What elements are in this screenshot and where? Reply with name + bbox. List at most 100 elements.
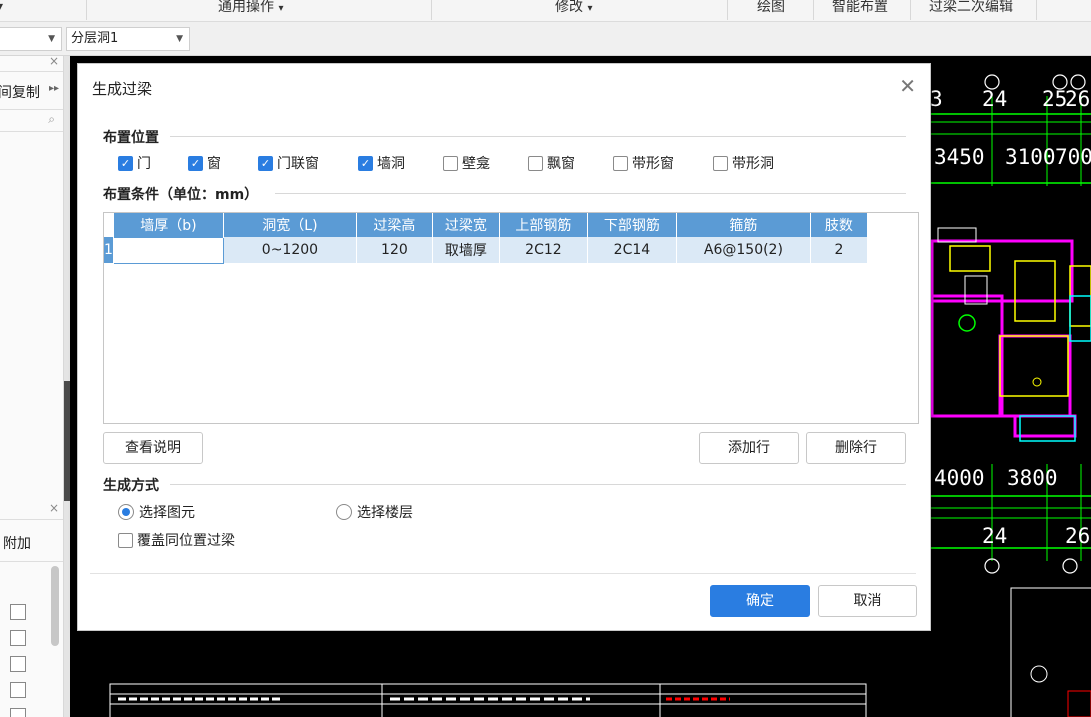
menu-lintel-edit[interactable]: 过梁二次编辑 bbox=[929, 0, 1013, 18]
ok-button[interactable]: 确定 bbox=[710, 585, 810, 617]
menu-smart-layout[interactable]: 智能布置 bbox=[832, 0, 888, 18]
checkbox-label: 覆盖同位置过梁 bbox=[137, 533, 235, 549]
row-checkbox[interactable] bbox=[10, 604, 26, 620]
copy-button[interactable]: 间复制 bbox=[0, 82, 40, 102]
section-condition-title: 布置条件（单位：mm） bbox=[103, 187, 259, 203]
checkbox-label: 带形洞 bbox=[732, 156, 774, 172]
checkbox-label: 壁龛 bbox=[462, 156, 490, 172]
rule-table: 墙厚（b) 洞宽（L) 过梁高 过梁宽 上部钢筋 下部钢筋 箍筋 肢数 1 0~… bbox=[104, 213, 868, 264]
menu-modify[interactable]: 修改 ▾ bbox=[555, 0, 592, 18]
checkbox-checked-icon: ✓ bbox=[258, 155, 273, 171]
add-row-button[interactable]: 添加行 bbox=[699, 432, 799, 464]
radio-label: 选择楼层 bbox=[357, 505, 413, 521]
cad-dimension-text: 3100 bbox=[1005, 145, 1056, 169]
panel-toolbar: 间复制 ▸▸ bbox=[0, 72, 63, 110]
checkbox-label: 带形窗 bbox=[632, 156, 674, 172]
top-menu-bar: ▾ 通用操作 ▾ 修改 ▾ 绘图 智能布置 过梁二次编辑 bbox=[0, 0, 1091, 22]
table-cell-opening-width[interactable]: 0~1200 bbox=[223, 237, 357, 263]
menu-separator bbox=[813, 0, 814, 20]
close-icon[interactable]: × bbox=[49, 501, 59, 515]
expand-more-icon[interactable]: ▸▸ bbox=[49, 83, 59, 94]
menu-separator bbox=[727, 0, 728, 20]
category-combo[interactable]: ▼ bbox=[0, 27, 62, 51]
cad-dimension-text: 700 bbox=[1055, 145, 1091, 169]
table-cell-legs[interactable]: 2 bbox=[810, 237, 868, 263]
checkbox-label: 飘窗 bbox=[547, 156, 575, 172]
menu-separator bbox=[1036, 0, 1037, 20]
column-header[interactable]: 箍筋 bbox=[676, 213, 811, 237]
row-checkbox[interactable] bbox=[10, 708, 26, 717]
menu-draw[interactable]: 绘图 bbox=[757, 0, 785, 18]
cad-axis-label: 3 bbox=[930, 87, 943, 111]
property-toolbar: ▼ 分层洞1 ▼ bbox=[0, 22, 1091, 56]
panel-column-header: 附加 bbox=[0, 520, 63, 562]
column-header[interactable]: 过梁宽 bbox=[432, 213, 500, 237]
menu-common-operations[interactable]: 通用操作 ▾ bbox=[218, 0, 283, 18]
checkbox-label: 门联窗 bbox=[277, 156, 319, 172]
checkbox-wall-opening[interactable]: ✓ 墙洞 bbox=[358, 154, 405, 172]
panel-header: × bbox=[0, 54, 63, 72]
table-cell-wall-thickness[interactable] bbox=[112, 236, 224, 264]
lintel-rule-table: 墙厚（b) 洞宽（L) 过梁高 过梁宽 上部钢筋 下部钢筋 箍筋 肢数 1 0~… bbox=[103, 212, 919, 424]
cad-axis-label: 25 bbox=[1042, 87, 1068, 111]
table-cell-lintel-width[interactable]: 取墙厚 bbox=[432, 237, 500, 263]
left-panel-upper: × 间复制 ▸▸ ⌕ bbox=[0, 54, 64, 500]
checkbox-strip-window[interactable]: 带形窗 bbox=[613, 154, 674, 172]
table-cell-top-rebar[interactable]: 2C12 bbox=[499, 237, 588, 263]
extra-column-label: 附加 bbox=[3, 536, 31, 552]
view-help-button[interactable]: 查看说明 bbox=[103, 432, 203, 464]
row-checkbox[interactable] bbox=[10, 630, 26, 646]
row-number-header bbox=[104, 213, 114, 237]
chevron-down-icon: ▼ bbox=[176, 34, 183, 44]
table-cell-bottom-rebar[interactable]: 2C14 bbox=[587, 237, 677, 263]
cancel-button[interactable]: 取消 bbox=[818, 585, 917, 617]
checkbox-checked-icon: ✓ bbox=[358, 155, 373, 171]
column-header[interactable]: 洞宽（L) bbox=[223, 213, 357, 237]
chevron-down-icon: ▾ bbox=[587, 3, 593, 14]
chevron-down-icon: ▼ bbox=[48, 34, 55, 44]
radio-select-floor[interactable]: 选择楼层 bbox=[336, 502, 413, 522]
row-checkbox[interactable] bbox=[10, 682, 26, 698]
layer-combo[interactable]: 分层洞1 ▼ bbox=[66, 27, 190, 51]
left-panel-lower: × 附加 bbox=[0, 500, 64, 717]
menu-dropdown-fragment-arrow[interactable]: ▾ bbox=[0, 0, 3, 18]
column-header[interactable]: 肢数 bbox=[810, 213, 868, 237]
radio-select-element[interactable]: 选择图元 bbox=[118, 502, 195, 522]
delete-row-button[interactable]: 删除行 bbox=[806, 432, 906, 464]
generate-lintel-dialog: 生成过梁 ✕ 布置位置 ✓ 门 ✓ 窗 ✓ 门联窗 ✓ 墙洞 壁龛 飘窗 带形窗 带形洞… bbox=[77, 63, 931, 631]
search-icon[interactable]: ⌕ bbox=[48, 112, 55, 127]
close-icon[interactable]: ✕ bbox=[899, 74, 916, 98]
menu-common-operations-label: 通用操作 bbox=[218, 0, 274, 15]
checkbox-empty-icon bbox=[118, 532, 133, 548]
checkbox-empty-icon bbox=[713, 155, 728, 171]
panel-search[interactable]: ⌕ bbox=[0, 110, 63, 132]
cad-axis-label: 26 bbox=[1065, 524, 1091, 548]
checkbox-strip-opening[interactable]: 带形洞 bbox=[713, 154, 774, 172]
column-header[interactable]: 墙厚（b) bbox=[113, 213, 224, 237]
row-number[interactable]: 1 bbox=[104, 237, 114, 263]
panel-header: × bbox=[0, 500, 63, 520]
row-checkbox[interactable] bbox=[10, 656, 26, 672]
table-row[interactable]: 1 0~1200 120 取墙厚 2C12 2C14 A6@150(2) 2 bbox=[104, 236, 868, 264]
checkbox-bay-window[interactable]: 飘窗 bbox=[528, 154, 575, 172]
radio-selected-icon bbox=[118, 504, 134, 520]
radio-unselected-icon bbox=[336, 504, 352, 520]
column-header[interactable]: 上部钢筋 bbox=[499, 213, 588, 237]
radio-label: 选择图元 bbox=[139, 505, 195, 521]
table-cell-stirrup[interactable]: A6@150(2) bbox=[676, 237, 811, 263]
table-cell-lintel-height[interactable]: 120 bbox=[356, 237, 433, 263]
checkbox-door[interactable]: ✓ 门 bbox=[118, 154, 151, 172]
dialog-title: 生成过梁 bbox=[92, 80, 153, 98]
checkbox-label: 门 bbox=[137, 156, 151, 172]
cad-dimension-text: 4000 bbox=[934, 466, 985, 490]
checkbox-niche[interactable]: 壁龛 bbox=[443, 154, 490, 172]
checkbox-empty-icon bbox=[613, 155, 628, 171]
checkbox-overwrite-lintel[interactable]: 覆盖同位置过梁 bbox=[118, 531, 235, 549]
checkbox-label: 窗 bbox=[207, 156, 221, 172]
column-header[interactable]: 下部钢筋 bbox=[587, 213, 677, 237]
checkbox-window[interactable]: ✓ 窗 bbox=[188, 154, 221, 172]
checkbox-door-window[interactable]: ✓ 门联窗 bbox=[258, 154, 319, 172]
close-icon[interactable]: × bbox=[49, 54, 59, 68]
scrollbar-thumb[interactable] bbox=[51, 566, 59, 646]
column-header[interactable]: 过梁高 bbox=[356, 213, 433, 237]
